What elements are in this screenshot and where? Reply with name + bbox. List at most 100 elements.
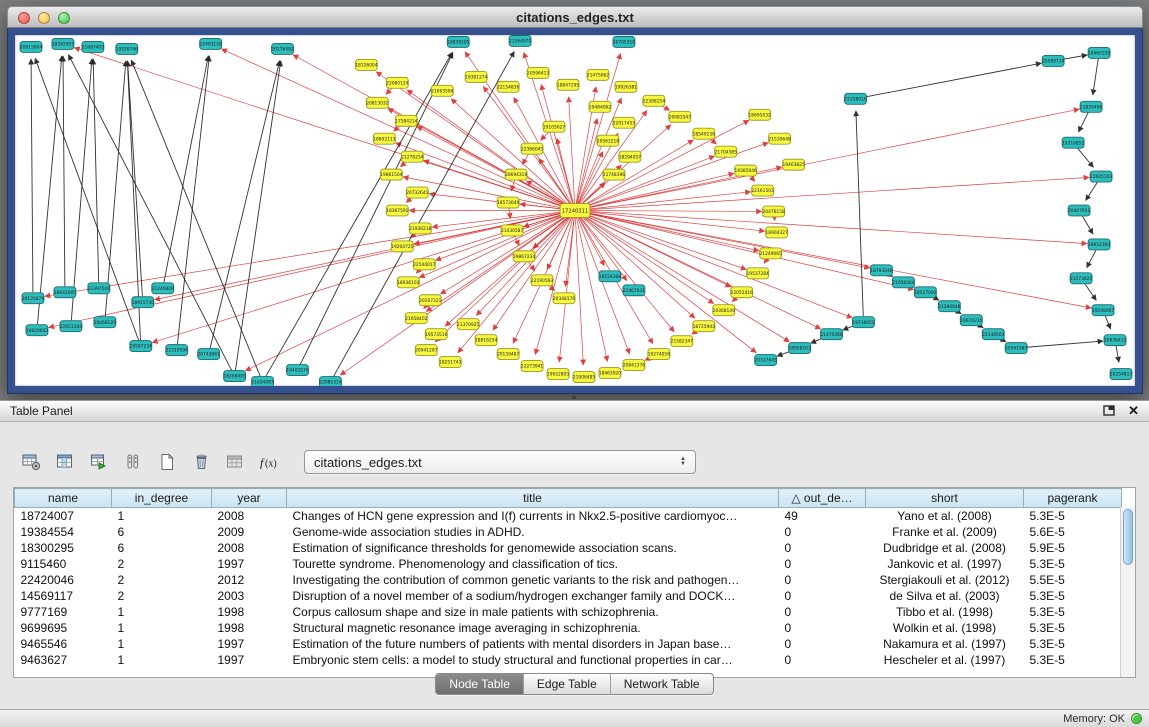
- graph-edge[interactable]: [1087, 250, 1097, 268]
- graph-edge[interactable]: [581, 212, 759, 251]
- float-panel-icon[interactable]: [1103, 404, 1116, 419]
- graph-node[interactable]: 18793246: [870, 265, 892, 276]
- column-header-pagerank[interactable]: pagerank: [1024, 489, 1122, 508]
- graph-node[interactable]: 21370925: [457, 319, 479, 330]
- graph-node[interactable]: 18527093: [914, 287, 936, 298]
- graph-node[interactable]: 20476158: [762, 206, 784, 217]
- table-scrollbar[interactable]: [1120, 507, 1135, 677]
- graph-edge[interactable]: [580, 214, 757, 352]
- graph-node[interactable]: 18816254: [475, 335, 497, 346]
- graph-edge[interactable]: [1082, 216, 1093, 234]
- graph-node[interactable]: 19385046: [735, 165, 757, 176]
- graph-node[interactable]: 18839205: [447, 36, 469, 47]
- graph-edge[interactable]: [1022, 341, 1103, 348]
- graph-node[interactable]: 20407931: [1068, 205, 1090, 216]
- graph-node[interactable]: 19867234: [513, 251, 535, 262]
- graph-node[interactable]: 18695032: [749, 109, 771, 120]
- graph-node[interactable]: 21390648: [938, 301, 960, 312]
- graph-edge[interactable]: [35, 58, 139, 340]
- graph-node[interactable]: 18269405: [223, 371, 245, 382]
- graph-node[interactable]: 20836415: [1104, 335, 1126, 346]
- graph-edge[interactable]: [245, 213, 569, 371]
- graph-node[interactable]: 18936103: [397, 277, 419, 288]
- graph-node[interactable]: 19316852: [1062, 137, 1084, 148]
- column-header-name[interactable]: name: [15, 489, 112, 508]
- close-window-button[interactable]: [18, 12, 30, 24]
- graph-edge[interactable]: [417, 126, 570, 207]
- graph-node[interactable]: 18251743: [439, 357, 461, 368]
- graph-node[interactable]: 19861504: [380, 169, 402, 180]
- graph-node[interactable]: 20135879: [22, 293, 44, 304]
- graph-edge[interactable]: [577, 216, 630, 354]
- graph-edge[interactable]: [63, 56, 65, 286]
- graph-node[interactable]: 19820643: [26, 325, 48, 336]
- graph-edge[interactable]: [436, 213, 570, 261]
- zoom-window-button[interactable]: [58, 12, 70, 24]
- graph-node[interactable]: 19537284: [747, 268, 769, 279]
- graph-edge[interactable]: [1116, 346, 1119, 362]
- table-row[interactable]: 969969511998Structural magnetic resonanc…: [15, 620, 1122, 636]
- graph-node[interactable]: 20563218: [597, 135, 619, 146]
- table-import-icon[interactable]: [84, 448, 114, 476]
- graph-edge[interactable]: [407, 90, 570, 207]
- graph-node[interactable]: 20589734: [1042, 55, 1064, 66]
- graph-node[interactable]: 18952364: [1088, 239, 1110, 250]
- graph-node[interactable]: 22148503: [982, 329, 1004, 340]
- graph-edge[interactable]: [177, 56, 209, 344]
- graph-node[interactable]: 22161503: [752, 185, 774, 196]
- graph-node[interactable]: 21475062: [587, 69, 609, 80]
- graph-node[interactable]: 18847295: [557, 79, 579, 90]
- close-panel-icon[interactable]: ✕: [1128, 403, 1139, 419]
- graph-node[interactable]: 21249065: [760, 248, 782, 259]
- graph-edge[interactable]: [581, 212, 1091, 308]
- tab-edge-table[interactable]: Edge Table: [524, 674, 611, 694]
- graph-node[interactable]: 21936218: [409, 223, 431, 234]
- graph-node[interactable]: 20176482: [271, 43, 293, 54]
- graph-edge[interactable]: [522, 154, 529, 165]
- graph-node[interactable]: 19402576: [286, 365, 308, 376]
- graph-node[interactable]: 22358016: [844, 93, 866, 104]
- graph-node[interactable]: 20813032: [366, 97, 388, 108]
- graph-edge[interactable]: [1084, 283, 1096, 300]
- column-header-out_degree[interactable]: △ out_de…: [779, 489, 866, 508]
- graph-node[interactable]: 18549236: [693, 128, 715, 139]
- graph-node[interactable]: 19926381: [615, 81, 637, 92]
- graph-node[interactable]: 20694318: [505, 169, 527, 180]
- graph-edge[interactable]: [38, 56, 62, 324]
- graph-node[interactable]: 20561987: [1005, 343, 1027, 354]
- graph-edge[interactable]: [557, 138, 574, 204]
- graph-node[interactable]: 20159487: [497, 349, 519, 360]
- graph-node[interactable]: 21063594: [431, 85, 453, 96]
- table-delete-icon[interactable]: [220, 448, 250, 476]
- graph-node[interactable]: 18642095: [54, 287, 76, 298]
- graph-node[interactable]: 20941287: [415, 345, 437, 356]
- graph-node[interactable]: 21748396: [603, 169, 625, 180]
- graph-node[interactable]: 22386045: [521, 143, 543, 154]
- graph-node[interactable]: 18294057: [619, 151, 641, 162]
- graph-node[interactable]: 19154368: [599, 271, 621, 282]
- graph-node[interactable]: 21582347: [671, 336, 693, 347]
- graph-node[interactable]: 22467031: [623, 285, 645, 296]
- graph-node[interactable]: 19652803: [547, 369, 569, 380]
- graph-node[interactable]: 19484062: [589, 101, 611, 112]
- graph-node[interactable]: 21264970: [509, 35, 531, 46]
- graph-node[interactable]: 19105627: [543, 121, 565, 132]
- graph-edge[interactable]: [509, 208, 510, 218]
- graph-node[interactable]: 22154836: [497, 81, 519, 92]
- table-row[interactable]: 2242004622012Investigating the contribut…: [15, 572, 1122, 588]
- table-row[interactable]: 1830029562008Estimation of significance …: [15, 540, 1122, 556]
- graph-node[interactable]: 19587234: [130, 341, 152, 352]
- table-settings-icon[interactable]: [16, 448, 46, 476]
- column-header-year[interactable]: year: [212, 489, 287, 508]
- graph-node[interactable]: 19274058: [648, 349, 670, 360]
- graph-node[interactable]: 22310594: [166, 345, 188, 356]
- graph-node[interactable]: 21530648: [768, 133, 790, 144]
- graph-edge[interactable]: [1086, 182, 1098, 201]
- graph-node[interactable]: 21430587: [501, 225, 523, 236]
- graph-node[interactable]: 20732641: [406, 187, 428, 198]
- table-row[interactable]: 1872400712008Changes of HCN gene express…: [15, 508, 1122, 524]
- column-header-short[interactable]: short: [866, 489, 1024, 508]
- graph-node[interactable]: 18126004: [355, 59, 377, 70]
- graph-node[interactable]: 20596413: [527, 67, 549, 78]
- graph-node[interactable]: 19248067: [1092, 305, 1114, 316]
